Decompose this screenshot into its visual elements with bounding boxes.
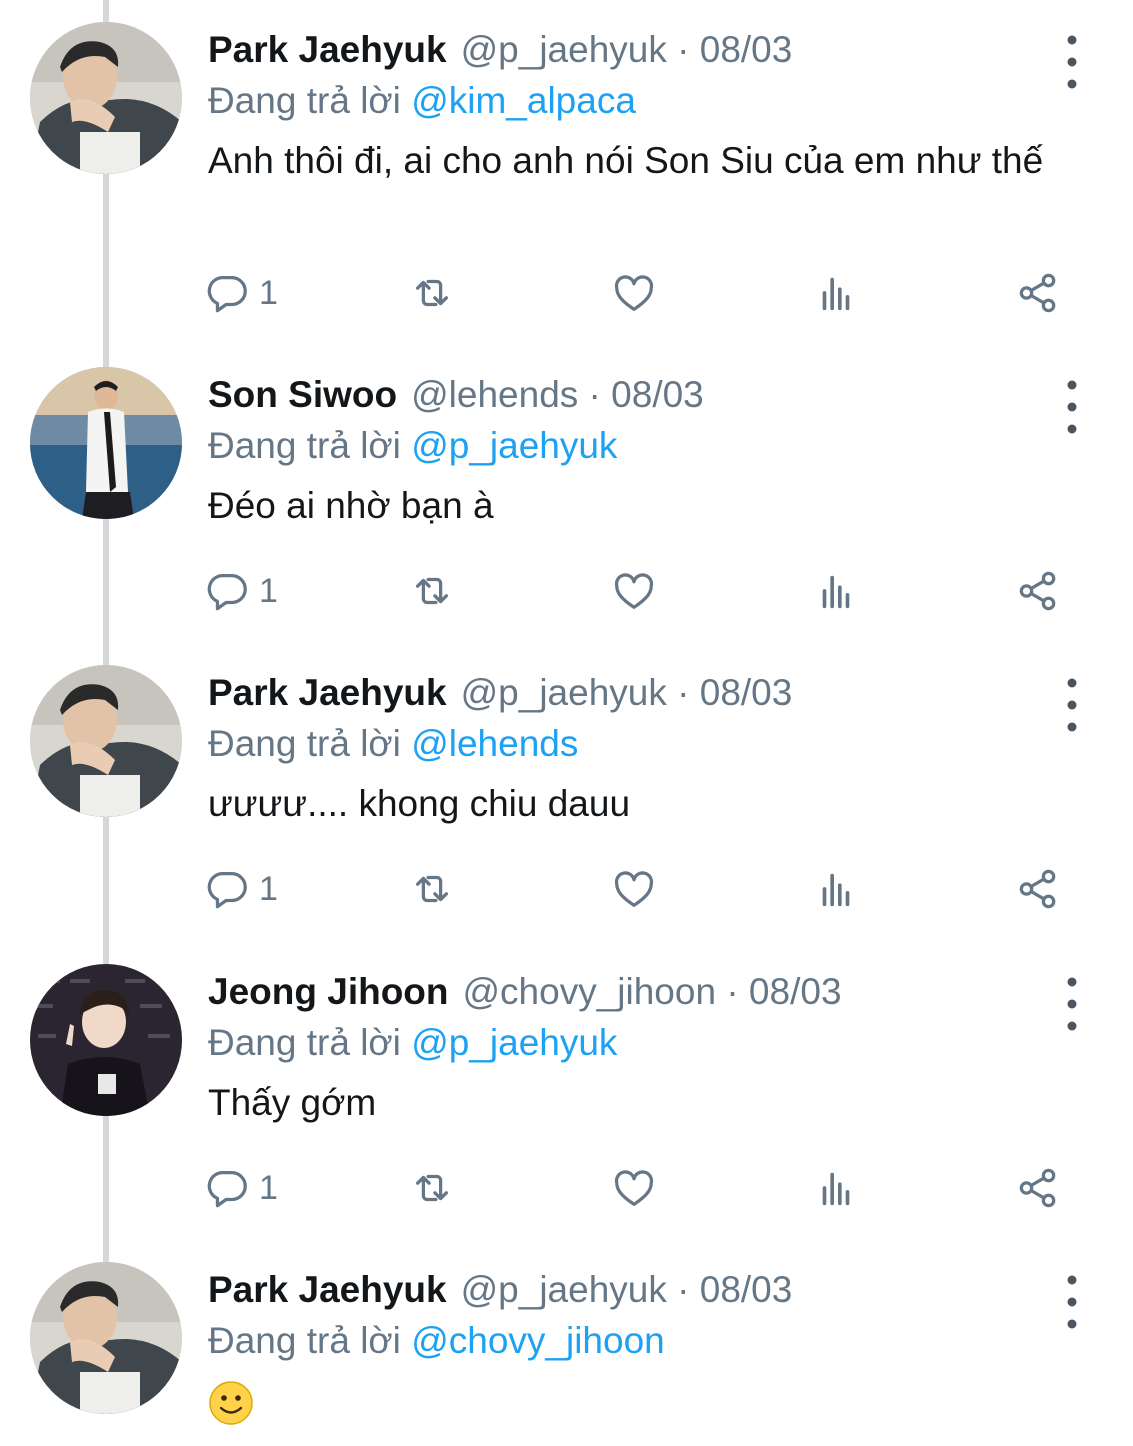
tweet-actions: 1	[205, 863, 1065, 915]
replying-to-mention[interactable]: @chovy_jihoon	[411, 1320, 665, 1361]
share-icon	[1015, 1165, 1061, 1211]
tweet-header: Park Jaehyuk @p_jaehyuk · 08/03	[208, 28, 792, 72]
retweet-icon	[409, 568, 455, 614]
tweet-text: Thấy gớm	[208, 1082, 377, 1123]
like-button[interactable]	[611, 1162, 657, 1214]
reply-count: 1	[259, 571, 278, 610]
replying-to: Đang trả lời @lehends	[208, 722, 578, 766]
share-icon	[1015, 568, 1061, 614]
avatar[interactable]	[30, 367, 182, 519]
replying-to-mention[interactable]: @p_jaehyuk	[411, 1022, 617, 1063]
retweet-button[interactable]	[409, 863, 455, 915]
reply-icon	[205, 866, 251, 912]
handle-and-date: @p_jaehyuk · 08/03	[460, 29, 793, 70]
replying-to-label: Đang trả lời	[208, 723, 401, 764]
replying-to: Đang trả lời @p_jaehyuk	[208, 424, 617, 468]
replying-to-mention[interactable]: @kim_alpaca	[411, 80, 636, 121]
reply-button[interactable]: 1	[205, 267, 278, 319]
reply-icon	[205, 568, 251, 614]
reply-button[interactable]: 1	[205, 1162, 278, 1214]
heart-icon	[611, 568, 657, 614]
replying-to-label: Đang trả lời	[208, 1022, 401, 1063]
reply-button[interactable]: 1	[205, 565, 278, 617]
share-button[interactable]	[1015, 565, 1061, 617]
analytics-icon	[813, 866, 859, 912]
retweet-icon	[409, 866, 455, 912]
replying-to: Đang trả lời @kim_alpaca	[208, 79, 636, 123]
slightly-smiling-face-emoji	[208, 1380, 254, 1426]
reply-count: 1	[259, 869, 278, 908]
share-button[interactable]	[1015, 1162, 1061, 1214]
like-button[interactable]	[611, 863, 657, 915]
avatar[interactable]	[30, 22, 182, 174]
display-name[interactable]: Park Jaehyuk	[208, 1269, 447, 1310]
views-button[interactable]	[813, 863, 859, 915]
retweet-button[interactable]	[409, 267, 455, 319]
handle-and-date: @p_jaehyuk · 08/03	[460, 1269, 793, 1310]
more-vertical-icon[interactable]	[1060, 974, 1084, 1034]
tweet-text: Anh thôi đi, ai cho anh nói Son Siu của …	[208, 140, 1044, 181]
replying-to: Đang trả lời @chovy_jihoon	[208, 1319, 665, 1363]
retweet-button[interactable]	[409, 1162, 455, 1214]
handle-and-date: @chovy_jihoon · 08/03	[462, 971, 842, 1012]
tweet-header: Son Siwoo @lehends · 08/03	[208, 373, 704, 417]
heart-icon	[611, 270, 657, 316]
display-name[interactable]: Jeong Jihoon	[208, 971, 449, 1012]
reply-count: 1	[259, 1168, 278, 1207]
analytics-icon	[813, 270, 859, 316]
retweet-icon	[409, 1165, 455, 1211]
tweet-actions: 1	[205, 267, 1065, 319]
more-vertical-icon[interactable]	[1060, 377, 1084, 437]
more-vertical-icon[interactable]	[1060, 675, 1084, 735]
like-button[interactable]	[611, 565, 657, 617]
retweet-icon	[409, 270, 455, 316]
display-name[interactable]: Son Siwoo	[208, 374, 397, 415]
replying-to-mention[interactable]: @p_jaehyuk	[411, 425, 617, 466]
avatar[interactable]	[30, 665, 182, 817]
replying-to-label: Đang trả lời	[208, 1320, 401, 1361]
reply-icon	[205, 270, 251, 316]
share-icon	[1015, 270, 1061, 316]
avatar[interactable]	[30, 1262, 182, 1414]
tweet-header: Park Jaehyuk @p_jaehyuk · 08/03	[208, 671, 792, 715]
avatar[interactable]	[30, 964, 182, 1116]
more-vertical-icon[interactable]	[1060, 1272, 1084, 1332]
handle-and-date: @p_jaehyuk · 08/03	[460, 672, 793, 713]
analytics-icon	[813, 568, 859, 614]
tweet-header: Jeong Jihoon @chovy_jihoon · 08/03	[208, 970, 842, 1014]
tweet-actions: 1	[205, 565, 1065, 617]
tweet-text: Đéo ai nhờ bạn à	[208, 485, 494, 526]
like-button[interactable]	[611, 267, 657, 319]
retweet-button[interactable]	[409, 565, 455, 617]
replying-to: Đang trả lời @p_jaehyuk	[208, 1021, 617, 1065]
analytics-icon	[813, 1165, 859, 1211]
tweet-header: Park Jaehyuk @p_jaehyuk · 08/03	[208, 1268, 792, 1312]
display-name[interactable]: Park Jaehyuk	[208, 672, 447, 713]
tweet-text: ưưưư.... khong chiu dauu	[208, 783, 631, 824]
views-button[interactable]	[813, 267, 859, 319]
views-button[interactable]	[813, 1162, 859, 1214]
handle-and-date: @lehends · 08/03	[411, 374, 704, 415]
replying-to-mention[interactable]: @lehends	[411, 723, 578, 764]
heart-icon	[611, 1165, 657, 1211]
reply-icon	[205, 1165, 251, 1211]
replying-to-label: Đang trả lời	[208, 80, 401, 121]
reply-button[interactable]: 1	[205, 863, 278, 915]
heart-icon	[611, 866, 657, 912]
views-button[interactable]	[813, 565, 859, 617]
reply-count: 1	[259, 273, 278, 312]
replying-to-label: Đang trả lời	[208, 425, 401, 466]
more-vertical-icon[interactable]	[1060, 32, 1084, 92]
share-button[interactable]	[1015, 863, 1061, 915]
tweet-actions: 1	[205, 1162, 1065, 1214]
share-icon	[1015, 866, 1061, 912]
display-name[interactable]: Park Jaehyuk	[208, 29, 447, 70]
share-button[interactable]	[1015, 267, 1061, 319]
